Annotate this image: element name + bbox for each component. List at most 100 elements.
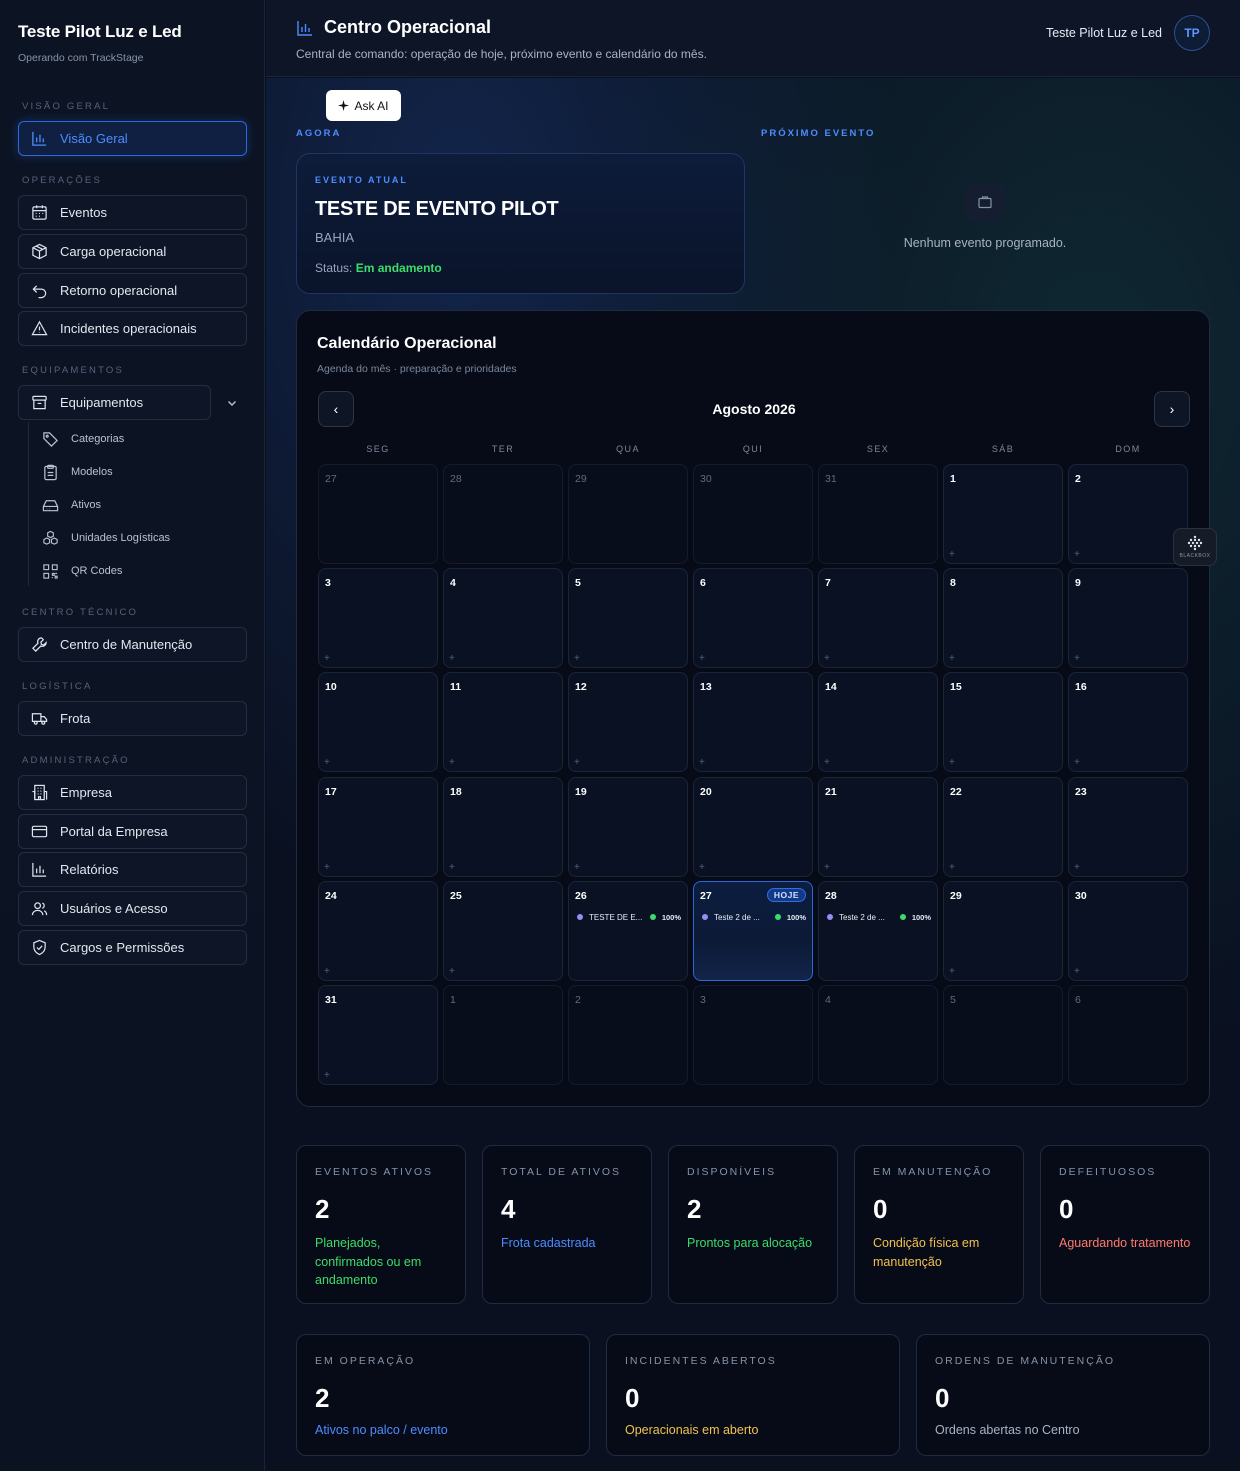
sidebar-subitem-unidades[interactable]: Unidades Logísticas: [42, 527, 170, 549]
sidebar-item-centro-manutencao[interactable]: Centro de Manutenção: [18, 627, 247, 662]
stat-card[interactable]: EM MANUTENÇÃO 0 Condição física em manuten…: [854, 1145, 1024, 1304]
calendar-day[interactable]: 2 +: [1068, 464, 1188, 564]
add-event-plus-icon[interactable]: +: [949, 757, 955, 768]
sidebar-item-carga[interactable]: Carga operacional: [18, 234, 247, 269]
current-event-card[interactable]: EVENTO ATUAL TESTE DE EVENTO PILOT BAHIA…: [296, 153, 745, 294]
calendar-day[interactable]: 1 +: [943, 464, 1063, 564]
add-event-plus-icon[interactable]: +: [574, 862, 580, 873]
sidebar-item-eventos[interactable]: Eventos: [18, 195, 247, 230]
calendar-day[interactable]: 11 +: [443, 672, 563, 773]
calendar-day[interactable]: 24 +: [318, 880, 438, 981]
calendar-day[interactable]: 29 +: [943, 880, 1063, 981]
blackbox-widget[interactable]: BLACKBOX: [1173, 528, 1217, 566]
calendar-day[interactable]: 4: [818, 985, 938, 1085]
calendar-day[interactable]: 3: [693, 985, 813, 1085]
add-event-plus-icon[interactable]: +: [1074, 966, 1080, 977]
calendar-day[interactable]: 6: [1068, 985, 1188, 1085]
add-event-plus-icon[interactable]: +: [824, 757, 830, 768]
calendar-day[interactable]: 1: [443, 985, 563, 1085]
calendar-day[interactable]: 10 +: [318, 672, 438, 773]
add-event-plus-icon[interactable]: +: [699, 653, 705, 664]
calendar-event-chip[interactable]: Teste 2 de ... 100%: [827, 913, 931, 922]
calendar-day[interactable]: 2: [568, 985, 688, 1085]
calendar-day[interactable]: 19 +: [568, 776, 688, 877]
calendar-day[interactable]: 3 +: [318, 568, 438, 669]
calendar-day[interactable]: 5 +: [568, 568, 688, 669]
calendar-day[interactable]: 8 +: [943, 568, 1063, 669]
sidebar-item-retorno[interactable]: Retorno operacional: [18, 273, 247, 308]
calendar-day[interactable]: 6 +: [693, 568, 813, 669]
add-event-plus-icon[interactable]: +: [699, 757, 705, 768]
sidebar-item-relatorios[interactable]: Relatórios: [18, 852, 247, 887]
add-event-plus-icon[interactable]: +: [949, 653, 955, 664]
stat-card[interactable]: INCIDENTES ABERTOS 0 Operacionais em abert…: [606, 1334, 900, 1456]
ask-ai-button[interactable]: Ask AI: [326, 90, 401, 121]
add-event-plus-icon[interactable]: +: [574, 757, 580, 768]
chevron-down-icon[interactable]: [222, 393, 242, 413]
sidebar-item-frota[interactable]: Frota: [18, 701, 247, 736]
sidebar-item-usuarios[interactable]: Usuários e Acesso: [18, 891, 247, 926]
calendar-day[interactable]: 5: [943, 985, 1063, 1085]
calendar-day[interactable]: 21 +: [818, 776, 938, 877]
add-event-plus-icon[interactable]: +: [324, 653, 330, 664]
sidebar-subitem-categorias[interactable]: Categorias: [42, 428, 124, 450]
sidebar-item-cargos[interactable]: Cargos e Permissões: [18, 930, 247, 965]
calendar-day[interactable]: 17 +: [318, 776, 438, 877]
add-event-plus-icon[interactable]: +: [449, 653, 455, 664]
calendar-day[interactable]: 29: [568, 464, 688, 564]
add-event-plus-icon[interactable]: +: [574, 653, 580, 664]
calendar-day[interactable]: 27: [318, 464, 438, 564]
calendar-day[interactable]: 26 TESTE DE E... 100%: [568, 880, 688, 981]
next-month-button[interactable]: ›: [1154, 391, 1190, 427]
calendar-day[interactable]: 16 +: [1068, 672, 1188, 773]
add-event-plus-icon[interactable]: +: [449, 966, 455, 977]
sidebar-item-visao-geral[interactable]: Visão Geral: [18, 121, 247, 156]
calendar-day[interactable]: 30: [693, 464, 813, 564]
calendar-day[interactable]: 31 +: [318, 985, 438, 1085]
calendar-day[interactable]: 28 Teste 2 de ... 100%: [818, 880, 938, 981]
calendar-day[interactable]: 22 +: [943, 776, 1063, 877]
sidebar-item-empresa[interactable]: Empresa: [18, 775, 247, 810]
calendar-day[interactable]: 15 +: [943, 672, 1063, 773]
add-event-plus-icon[interactable]: +: [824, 862, 830, 873]
calendar-day[interactable]: 23 +: [1068, 776, 1188, 877]
calendar-day[interactable]: 18 +: [443, 776, 563, 877]
add-event-plus-icon[interactable]: +: [324, 966, 330, 977]
calendar-event-chip[interactable]: TESTE DE E... 100%: [577, 913, 681, 922]
calendar-day[interactable]: 25 +: [443, 880, 563, 981]
add-event-plus-icon[interactable]: +: [1074, 549, 1080, 560]
calendar-day[interactable]: 4 +: [443, 568, 563, 669]
add-event-plus-icon[interactable]: +: [824, 653, 830, 664]
stat-card[interactable]: DISPONÍVEIS 2 Prontos para alocação: [668, 1145, 838, 1304]
add-event-plus-icon[interactable]: +: [1074, 757, 1080, 768]
add-event-plus-icon[interactable]: +: [449, 757, 455, 768]
add-event-plus-icon[interactable]: +: [949, 862, 955, 873]
add-event-plus-icon[interactable]: +: [324, 862, 330, 873]
user-name[interactable]: Teste Pilot Luz e Led: [1046, 26, 1162, 40]
add-event-plus-icon[interactable]: +: [699, 862, 705, 873]
calendar-day[interactable]: 13 +: [693, 672, 813, 773]
add-event-plus-icon[interactable]: +: [949, 966, 955, 977]
calendar-day[interactable]: 12 +: [568, 672, 688, 773]
stat-card[interactable]: EM OPERAÇÃO 2 Ativos no palco / evento: [296, 1334, 590, 1456]
add-event-plus-icon[interactable]: +: [949, 549, 955, 560]
add-event-plus-icon[interactable]: +: [324, 757, 330, 768]
sidebar-subitem-qr[interactable]: QR Codes: [42, 560, 122, 582]
stat-card[interactable]: EVENTOS ATIVOS 2 Planejados, confirmados o…: [296, 1145, 466, 1304]
add-event-plus-icon[interactable]: +: [1074, 862, 1080, 873]
sidebar-subitem-modelos[interactable]: Modelos: [42, 461, 113, 483]
stat-card[interactable]: DEFEITUOSOS 0 Aguardando tratamento: [1040, 1145, 1210, 1304]
calendar-day[interactable]: 9 +: [1068, 568, 1188, 669]
add-event-plus-icon[interactable]: +: [449, 862, 455, 873]
stat-card[interactable]: ORDENS DE MANUTENÇÃO 0 Ordens abertas no C…: [916, 1334, 1210, 1456]
calendar-day[interactable]: 7 +: [818, 568, 938, 669]
add-event-plus-icon[interactable]: +: [324, 1070, 330, 1081]
calendar-day[interactable]: 14 +: [818, 672, 938, 773]
sidebar-item-equipamentos[interactable]: Equipamentos: [18, 385, 211, 420]
stat-card[interactable]: TOTAL DE ATIVOS 4 Frota cadastrada: [482, 1145, 652, 1304]
calendar-day-today[interactable]: 27 HOJE Teste 2 de ... 100%: [693, 880, 813, 981]
calendar-day[interactable]: 20 +: [693, 776, 813, 877]
add-event-plus-icon[interactable]: +: [1074, 653, 1080, 664]
avatar[interactable]: TP: [1174, 15, 1210, 51]
sidebar-item-portal[interactable]: Portal da Empresa: [18, 814, 247, 849]
